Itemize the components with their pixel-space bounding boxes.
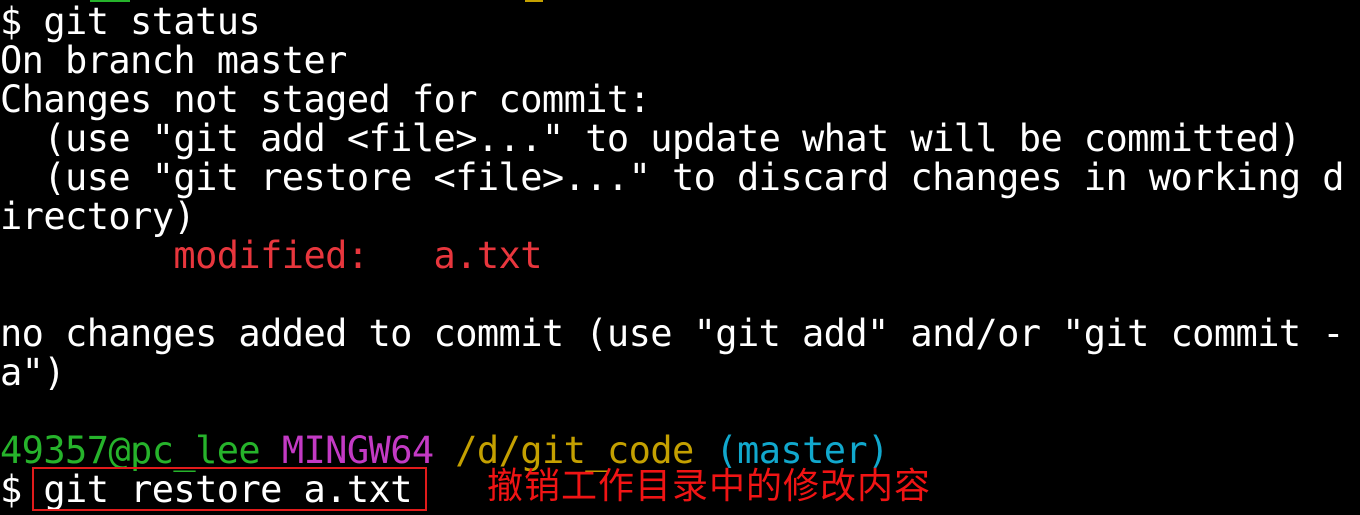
changes-header: Changes not staged for commit:: [0, 78, 651, 121]
command-highlight-box: [32, 467, 427, 511]
cmd-git-status: $ git status: [0, 0, 261, 43]
clipped-yellow-fragment: [525, 0, 543, 2]
hint-restore-wrap: irectory): [0, 195, 196, 238]
no-changes-line: no changes added to commit (use "git add…: [0, 312, 1345, 355]
hint-restore-line: (use "git restore <file>..." to discard …: [0, 156, 1344, 199]
branch-line: On branch master: [0, 39, 347, 82]
hint-add-line: (use "git add <file>..." to update what …: [0, 117, 1301, 160]
prompt-dollar: $: [0, 468, 22, 511]
prompt-env: MINGW64: [281, 429, 434, 472]
terminal-window[interactable]: $ git status On branch master Changes no…: [0, 0, 1360, 515]
no-changes-wrap: a"): [0, 351, 66, 394]
prompt-user-host: 49357@pc_lee: [0, 429, 261, 472]
modified-file-line: modified: a.txt: [0, 234, 542, 277]
annotation-text: 撤销工作目录中的修改内容: [487, 466, 932, 507]
